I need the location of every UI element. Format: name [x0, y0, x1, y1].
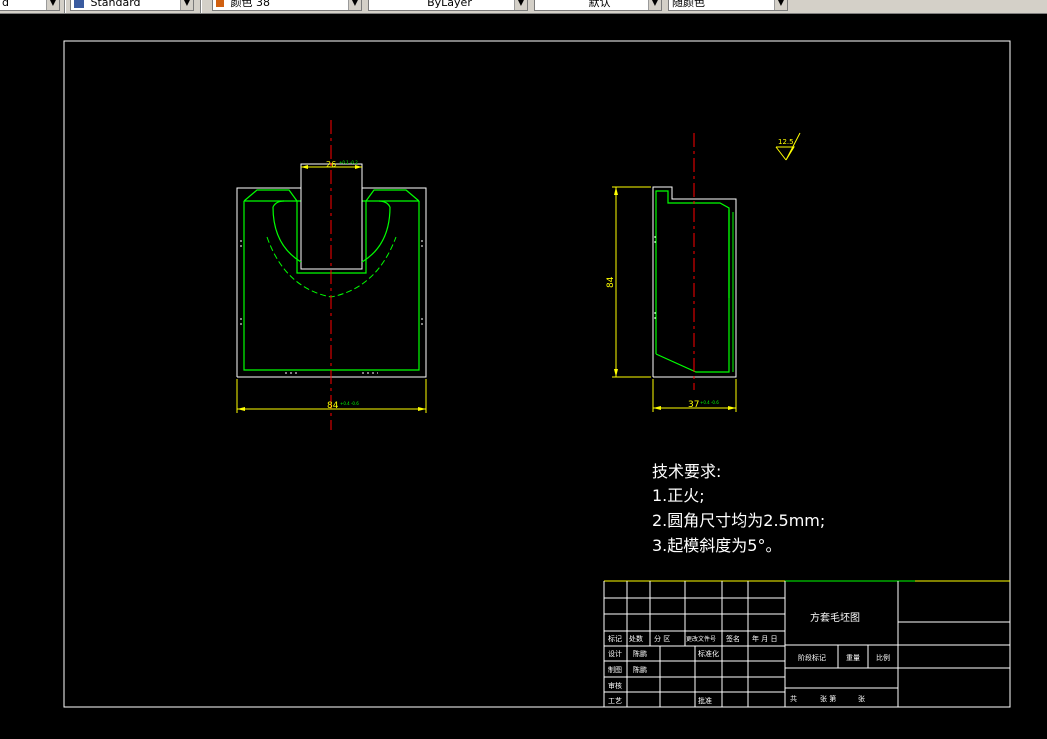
tb-gong: 共: [790, 694, 797, 703]
front-top-tolerance: +0.1 -0.2: [339, 160, 358, 165]
linetype-combo[interactable]: ByLayer ▼: [368, 0, 528, 11]
side-bottom-dim: 37: [688, 400, 699, 410]
tb-drafter: 陈鹏: [633, 665, 647, 674]
color-value: 颜色 38: [230, 0, 271, 9]
side-view: 84 37 +0.4 -0.6: [606, 133, 737, 412]
text-style-value: Standard: [90, 0, 141, 9]
toolbar: d ▼ Standard ▼ 颜色 38 ▼ ByLayer ▼ 默认 ▼ 随颜…: [0, 0, 1047, 14]
drawing-border: [63, 40, 1011, 708]
color-swatch-icon: [216, 0, 224, 7]
front-bottom-dim: 84: [327, 401, 339, 411]
tb-chushu: 处数: [629, 634, 643, 643]
tb-biaoji: 标记: [608, 634, 622, 643]
roughness-value: 12.5: [778, 138, 794, 146]
chevron-down-icon[interactable]: ▼: [514, 0, 527, 10]
plot-style-value: 随颜色: [672, 0, 705, 9]
roughness-symbol: 12.5: [775, 132, 801, 161]
chevron-down-icon[interactable]: ▼: [774, 0, 787, 10]
lineweight-combo[interactable]: 默认 ▼: [534, 0, 662, 11]
linetype-value: ByLayer: [427, 0, 472, 9]
tb-biaozhunhua: 标准化: [698, 649, 719, 658]
layer-combo-value: d: [2, 0, 9, 9]
technical-requirements: 技术要求: 1.正火; 2.圆角尺寸均为2.5mm; 3.起模斜度为5°。: [652, 462, 825, 555]
requirement-item-1: 1.正火;: [652, 486, 705, 505]
tb-zhang2: 张: [858, 694, 865, 703]
front-view: 26 +0.1 -0.2 84 +0.4 -0.6: [236, 120, 427, 430]
plot-style-combo[interactable]: 随颜色 ▼: [668, 0, 788, 11]
requirement-item-2: 2.圆角尺寸均为2.5mm;: [652, 511, 825, 530]
front-top-dim: 26: [326, 160, 336, 169]
chevron-down-icon[interactable]: ▼: [180, 0, 193, 10]
requirement-item-3: 3.起模斜度为5°。: [652, 536, 781, 555]
tb-jieduan: 阶段标记: [798, 653, 826, 662]
requirements-heading: 技术要求:: [652, 462, 721, 481]
tb-gengwen: 更改文件号: [686, 635, 716, 643]
tb-designer: 陈鹏: [633, 649, 647, 658]
toolbar-separator: [200, 0, 202, 13]
side-height-dim: 84: [606, 276, 616, 288]
tb-qianming: 签名: [726, 634, 740, 643]
color-combo[interactable]: 颜色 38 ▼: [212, 0, 362, 11]
tb-nianyueri: 年 月 日: [752, 634, 777, 643]
layer-combo[interactable]: d ▼: [0, 0, 60, 11]
tb-zhitu: 制图: [608, 665, 622, 674]
chevron-down-icon[interactable]: ▼: [648, 0, 661, 10]
tb-shenhe: 审核: [608, 681, 622, 690]
drawing-canvas[interactable]: 26 +0.1 -0.2 84 +0.4 -0.6 84 37 +0.4 -0.…: [0, 14, 1047, 739]
lineweight-value: 默认: [588, 0, 611, 9]
toolbar-separator: [64, 0, 66, 13]
title-block: 标记 处数 分 区 更改文件号 签名 年 月 日 设计 陈鹏 标准化 制图 陈鹏…: [603, 580, 1010, 707]
text-style-icon: [74, 0, 84, 8]
tb-fenqu: 分 区: [654, 634, 670, 643]
drawing-title: 方套毛坯图: [810, 611, 860, 624]
tb-zhang: 张 第: [820, 694, 836, 703]
text-style-combo[interactable]: Standard ▼: [70, 0, 194, 11]
tb-gongyi: 工艺: [608, 697, 622, 705]
chevron-down-icon[interactable]: ▼: [348, 0, 361, 10]
front-bottom-tolerance: +0.4 -0.6: [340, 401, 359, 406]
side-bottom-tolerance: +0.4 -0.6: [700, 400, 719, 405]
tb-pizhun: 批准: [698, 696, 712, 705]
tb-sheji: 设计: [608, 649, 622, 658]
tb-zhongliang: 重量: [846, 654, 860, 662]
tb-bili: 比例: [876, 653, 890, 662]
chevron-down-icon[interactable]: ▼: [46, 0, 59, 10]
